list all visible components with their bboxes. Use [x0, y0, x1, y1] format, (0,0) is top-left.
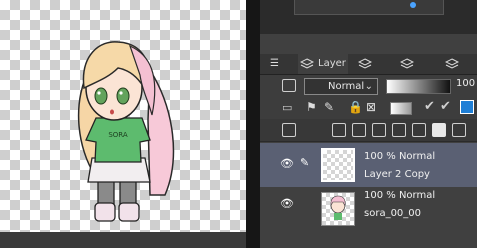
- apply-mask-icon[interactable]: [452, 123, 466, 137]
- combine-layer-icon[interactable]: [412, 123, 426, 137]
- panel-tabs: ☰ Layer: [260, 54, 477, 75]
- tab-layer-label: Layer: [318, 58, 346, 69]
- eye-icon[interactable]: 👁: [280, 157, 294, 170]
- mask-check-icon[interactable]: ✔: [440, 99, 451, 114]
- lock-icon[interactable]: 🔒: [348, 100, 363, 114]
- navigator-icon: [444, 58, 460, 69]
- check-icon[interactable]: ✔: [424, 99, 435, 114]
- layer-status: 100 % Normal: [364, 151, 436, 162]
- tab-navigator[interactable]: [444, 54, 460, 74]
- layer-name: sora_00_00: [364, 208, 422, 219]
- layer-name: Layer 2 Copy: [364, 169, 430, 180]
- new-raster-layer-icon[interactable]: [332, 123, 346, 137]
- layer-tools-row: ▭ ⚑ ✎ 🔒 ⊠ ✔ ✔: [260, 97, 477, 119]
- opacity-slider[interactable]: [386, 79, 451, 94]
- pencil-icon[interactable]: ✎: [300, 156, 309, 169]
- layer-actions-row: [260, 119, 477, 142]
- top-toolbar-button[interactable]: [294, 0, 444, 15]
- layer-thumbnail: [321, 148, 355, 182]
- panel-top-strip: [260, 0, 477, 34]
- panel-divider: [246, 0, 260, 248]
- eye-icon[interactable]: 👁: [280, 197, 294, 210]
- new-vector-layer-icon[interactable]: [352, 123, 366, 137]
- tab-menu-icon[interactable]: ☰: [270, 54, 279, 74]
- reference-layer-icon[interactable]: ⚑: [306, 100, 317, 114]
- tab-layer-property[interactable]: [357, 54, 373, 74]
- layer-search-icon: [399, 58, 415, 69]
- create-mask-icon[interactable]: [432, 123, 446, 137]
- layer-list-icon[interactable]: [282, 123, 296, 137]
- character-artwork: SORA: [77, 41, 175, 222]
- layer-panel: ☰ Layer Normal ⌄ 100 ▭ ⚑ ✎ 🔒 ⊠ ✔ ✔ 👁 ✎ 1…: [260, 0, 477, 248]
- layer-stack-icon: [300, 58, 314, 69]
- expression-color-box[interactable]: [282, 79, 296, 92]
- drawing-canvas[interactable]: SORA: [0, 0, 246, 232]
- tab-layer-search[interactable]: [399, 54, 415, 74]
- clip-layer-icon[interactable]: [390, 102, 412, 115]
- canvas-scroll-area: [0, 232, 246, 248]
- layer-property-icon: [357, 58, 373, 69]
- transfer-layer-icon[interactable]: [392, 123, 406, 137]
- new-folder-icon[interactable]: [372, 123, 386, 137]
- layer-item-layer-2-copy[interactable]: 👁 ✎ 100 % Normal Layer 2 Copy: [260, 143, 477, 187]
- top-accent-icon[interactable]: [410, 2, 416, 8]
- blend-mode-dropdown[interactable]: Normal ⌄: [304, 78, 378, 95]
- opacity-value: 100: [456, 78, 476, 89]
- shirt-print: SORA: [108, 131, 128, 139]
- layer-status: 100 % Normal: [364, 190, 436, 201]
- draft-layer-icon[interactable]: ✎: [324, 100, 334, 114]
- thumbnail-artwork: [330, 195, 346, 220]
- tab-layer[interactable]: Layer: [298, 54, 348, 74]
- layer-thumbnail: [321, 192, 355, 226]
- layer-item-sora[interactable]: 👁 100 % Normal sora_00_00: [260, 187, 477, 231]
- sublayer-icon[interactable]: ▭: [282, 101, 296, 115]
- blend-mode-value: Normal: [328, 81, 365, 92]
- chevron-down-icon: ⌄: [364, 81, 373, 92]
- layer-color-icon[interactable]: [460, 100, 474, 114]
- lock-transparent-icon[interactable]: ⊠: [366, 100, 376, 114]
